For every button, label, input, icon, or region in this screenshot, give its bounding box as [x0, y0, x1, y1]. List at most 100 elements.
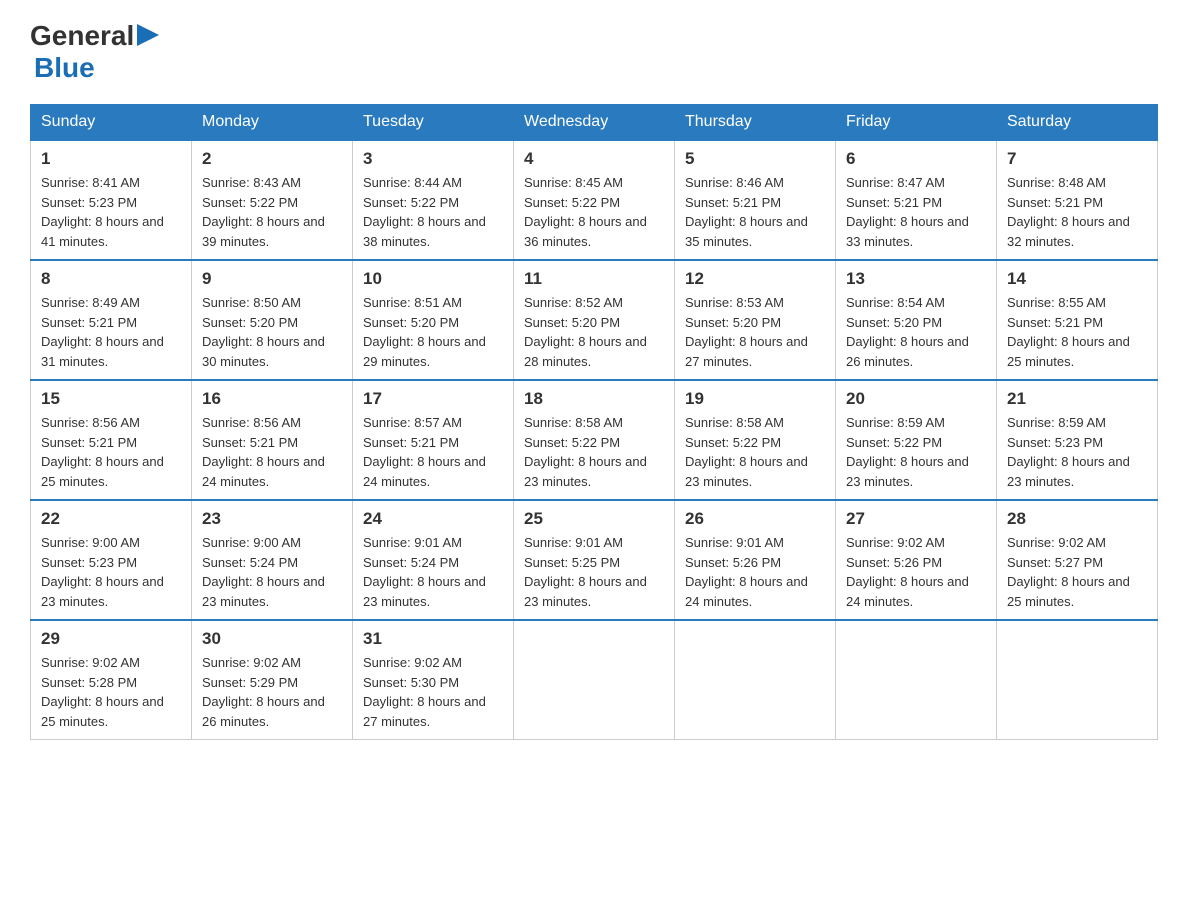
calendar-cell: 31Sunrise: 9:02 AMSunset: 5:30 PMDayligh… — [353, 620, 514, 740]
calendar-week-1: 1 Sunrise: 8:41 AMSunset: 5:23 PMDaylight… — [31, 140, 1158, 260]
day-number: 1 — [41, 149, 181, 169]
day-info: Sunrise: 8:50 AMSunset: 5:20 PMDaylight:… — [202, 293, 342, 371]
calendar-header-wednesday: Wednesday — [514, 105, 675, 141]
calendar-cell: 23 Sunrise: 9:00 AMSunset: 5:24 PMDayligh… — [192, 500, 353, 620]
calendar-header-thursday: Thursday — [675, 105, 836, 141]
calendar-header-sunday: Sunday — [31, 105, 192, 141]
day-info: Sunrise: 9:01 AMSunset: 5:24 PMDaylight:… — [363, 533, 503, 611]
day-info: Sunrise: 9:00 AMSunset: 5:24 PMDaylight:… — [202, 533, 342, 611]
day-number: 21 — [1007, 389, 1147, 409]
day-info: Sunrise: 9:02 AMSunset: 5:28 PMDaylight:… — [41, 653, 181, 731]
day-number: 15 — [41, 389, 181, 409]
calendar-cell: 3Sunrise: 8:44 AMSunset: 5:22 PMDaylight… — [353, 140, 514, 260]
day-info: Sunrise: 8:58 AMSunset: 5:22 PMDaylight:… — [524, 413, 664, 491]
day-info: Sunrise: 8:46 AMSunset: 5:21 PMDaylight:… — [685, 173, 825, 251]
day-info: Sunrise: 8:54 AMSunset: 5:20 PMDaylight:… — [846, 293, 986, 371]
day-info: Sunrise: 8:58 AMSunset: 5:22 PMDaylight:… — [685, 413, 825, 491]
day-number: 4 — [524, 149, 664, 169]
day-info: Sunrise: 8:52 AMSunset: 5:20 PMDaylight:… — [524, 293, 664, 371]
day-info: Sunrise: 8:45 AMSunset: 5:22 PMDaylight:… — [524, 173, 664, 251]
calendar-cell — [836, 620, 997, 740]
calendar-cell: 7 Sunrise: 8:48 AMSunset: 5:21 PMDaylight… — [997, 140, 1158, 260]
calendar-cell: 20 Sunrise: 8:59 AMSunset: 5:22 PMDayligh… — [836, 380, 997, 500]
calendar-header-monday: Monday — [192, 105, 353, 141]
day-info: Sunrise: 8:51 AMSunset: 5:20 PMDaylight:… — [363, 293, 503, 371]
calendar-cell: 25 Sunrise: 9:01 AMSunset: 5:25 PMDayligh… — [514, 500, 675, 620]
page-header: General Blue — [30, 20, 1158, 84]
day-info: Sunrise: 9:00 AMSunset: 5:23 PMDaylight:… — [41, 533, 181, 611]
calendar-cell — [997, 620, 1158, 740]
logo-blue-text: Blue — [34, 52, 95, 84]
calendar-cell: 9 Sunrise: 8:50 AMSunset: 5:20 PMDaylight… — [192, 260, 353, 380]
day-info: Sunrise: 9:02 AMSunset: 5:27 PMDaylight:… — [1007, 533, 1147, 611]
day-number: 3 — [363, 149, 503, 169]
day-number: 18 — [524, 389, 664, 409]
calendar-cell: 4 Sunrise: 8:45 AMSunset: 5:22 PMDaylight… — [514, 140, 675, 260]
day-info: Sunrise: 9:02 AMSunset: 5:26 PMDaylight:… — [846, 533, 986, 611]
day-info: Sunrise: 9:01 AMSunset: 5:25 PMDaylight:… — [524, 533, 664, 611]
calendar-cell: 11 Sunrise: 8:52 AMSunset: 5:20 PMDayligh… — [514, 260, 675, 380]
calendar-cell: 28Sunrise: 9:02 AMSunset: 5:27 PMDayligh… — [997, 500, 1158, 620]
calendar-cell: 27 Sunrise: 9:02 AMSunset: 5:26 PMDayligh… — [836, 500, 997, 620]
day-number: 30 — [202, 629, 342, 649]
day-number: 29 — [41, 629, 181, 649]
day-number: 13 — [846, 269, 986, 289]
day-info: Sunrise: 8:59 AMSunset: 5:22 PMDaylight:… — [846, 413, 986, 491]
day-number: 27 — [846, 509, 986, 529]
day-info: Sunrise: 8:43 AMSunset: 5:22 PMDaylight:… — [202, 173, 342, 251]
day-number: 5 — [685, 149, 825, 169]
day-info: Sunrise: 8:49 AMSunset: 5:21 PMDaylight:… — [41, 293, 181, 371]
calendar-cell: 1 Sunrise: 8:41 AMSunset: 5:23 PMDaylight… — [31, 140, 192, 260]
day-info: Sunrise: 8:41 AMSunset: 5:23 PMDaylight:… — [41, 173, 181, 251]
day-number: 14 — [1007, 269, 1147, 289]
calendar-table: SundayMondayTuesdayWednesdayThursdayFrid… — [30, 104, 1158, 740]
calendar-cell: 22 Sunrise: 9:00 AMSunset: 5:23 PMDayligh… — [31, 500, 192, 620]
day-info: Sunrise: 9:02 AMSunset: 5:29 PMDaylight:… — [202, 653, 342, 731]
day-number: 8 — [41, 269, 181, 289]
logo-general-text: General — [30, 20, 134, 52]
calendar-cell: 6Sunrise: 8:47 AMSunset: 5:21 PMDaylight… — [836, 140, 997, 260]
day-number: 10 — [363, 269, 503, 289]
day-info: Sunrise: 8:56 AMSunset: 5:21 PMDaylight:… — [41, 413, 181, 491]
day-number: 11 — [524, 269, 664, 289]
day-number: 23 — [202, 509, 342, 529]
day-number: 9 — [202, 269, 342, 289]
day-number: 26 — [685, 509, 825, 529]
day-info: Sunrise: 9:01 AMSunset: 5:26 PMDaylight:… — [685, 533, 825, 611]
calendar-cell: 2Sunrise: 8:43 AMSunset: 5:22 PMDaylight… — [192, 140, 353, 260]
day-info: Sunrise: 8:53 AMSunset: 5:20 PMDaylight:… — [685, 293, 825, 371]
calendar-header-saturday: Saturday — [997, 105, 1158, 141]
calendar-cell: 19 Sunrise: 8:58 AMSunset: 5:22 PMDayligh… — [675, 380, 836, 500]
day-number: 24 — [363, 509, 503, 529]
calendar-week-4: 22 Sunrise: 9:00 AMSunset: 5:23 PMDayligh… — [31, 500, 1158, 620]
calendar-cell: 29 Sunrise: 9:02 AMSunset: 5:28 PMDayligh… — [31, 620, 192, 740]
day-number: 7 — [1007, 149, 1147, 169]
calendar-header-friday: Friday — [836, 105, 997, 141]
calendar-header-tuesday: Tuesday — [353, 105, 514, 141]
calendar-cell: 16Sunrise: 8:56 AMSunset: 5:21 PMDayligh… — [192, 380, 353, 500]
calendar-week-2: 8 Sunrise: 8:49 AMSunset: 5:21 PMDaylight… — [31, 260, 1158, 380]
day-number: 22 — [41, 509, 181, 529]
calendar-cell: 30 Sunrise: 9:02 AMSunset: 5:29 PMDayligh… — [192, 620, 353, 740]
logo-arrow-icon — [137, 24, 159, 46]
calendar-cell: 18 Sunrise: 8:58 AMSunset: 5:22 PMDayligh… — [514, 380, 675, 500]
day-info: Sunrise: 8:57 AMSunset: 5:21 PMDaylight:… — [363, 413, 503, 491]
day-number: 12 — [685, 269, 825, 289]
day-number: 6 — [846, 149, 986, 169]
day-number: 16 — [202, 389, 342, 409]
calendar-cell — [675, 620, 836, 740]
calendar-header-row: SundayMondayTuesdayWednesdayThursdayFrid… — [31, 105, 1158, 141]
day-number: 17 — [363, 389, 503, 409]
day-number: 25 — [524, 509, 664, 529]
calendar-cell: 14Sunrise: 8:55 AMSunset: 5:21 PMDayligh… — [997, 260, 1158, 380]
calendar-cell: 21 Sunrise: 8:59 AMSunset: 5:23 PMDayligh… — [997, 380, 1158, 500]
day-number: 19 — [685, 389, 825, 409]
day-info: Sunrise: 8:59 AMSunset: 5:23 PMDaylight:… — [1007, 413, 1147, 491]
calendar-cell: 24 Sunrise: 9:01 AMSunset: 5:24 PMDayligh… — [353, 500, 514, 620]
logo: General Blue — [30, 20, 159, 84]
day-number: 20 — [846, 389, 986, 409]
calendar-week-3: 15 Sunrise: 8:56 AMSunset: 5:21 PMDayligh… — [31, 380, 1158, 500]
day-info: Sunrise: 8:48 AMSunset: 5:21 PMDaylight:… — [1007, 173, 1147, 251]
calendar-cell: 26 Sunrise: 9:01 AMSunset: 5:26 PMDayligh… — [675, 500, 836, 620]
calendar-cell: 12 Sunrise: 8:53 AMSunset: 5:20 PMDayligh… — [675, 260, 836, 380]
